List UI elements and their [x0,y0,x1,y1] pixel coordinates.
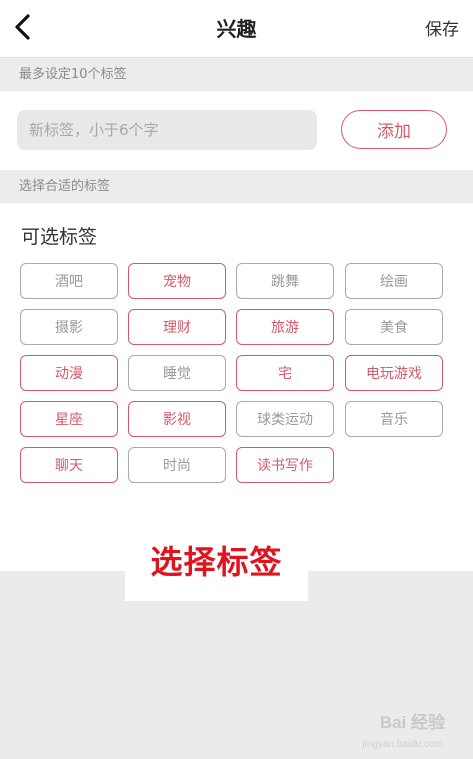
tag-chip[interactable]: 时尚 [128,447,226,483]
tag-chip[interactable]: 睡觉 [128,355,226,391]
tag-chip[interactable]: 绘画 [345,263,443,299]
tag-chip[interactable]: 宠物 [128,263,226,299]
watermark-url: jingyan.baidu.com [362,739,443,750]
tag-chip[interactable]: 跳舞 [236,263,334,299]
tag-chip[interactable]: 酒吧 [20,263,118,299]
tag-limit-hint: 最多设定10个标签 [0,58,473,91]
tag-chip[interactable]: 摄影 [20,309,118,345]
interest-page: 兴趣 保存 最多设定10个标签 添加 选择合适的标签 可选标签 酒吧宠物跳舞绘画… [0,0,473,759]
tag-chip[interactable]: 聊天 [20,447,118,483]
header-bar: 兴趣 保存 [0,0,473,58]
new-tag-input[interactable] [17,110,317,150]
tags-heading: 可选标签 [21,226,98,248]
choose-tag-hint: 选择合适的标签 [0,170,473,203]
tag-chip[interactable]: 影视 [128,401,226,437]
page-title: 兴趣 [216,17,257,41]
tag-chip[interactable]: 读书写作 [236,447,334,483]
new-tag-row: 添加 [0,91,473,170]
tag-chip[interactable]: 动漫 [20,355,118,391]
tags-panel: 可选标签 酒吧 宠物 跳舞 绘画摄影 理财 旅游 美食动漫 睡觉宅电玩游戏星座 影视 球类运动 音乐… [0,203,473,571]
tag-chip[interactable]: 宅 [236,355,334,391]
tag-chip[interactable]: 理财 [128,309,226,345]
save-button[interactable]: 保存 [425,15,459,40]
add-tag-button[interactable]: 添加 [341,110,447,149]
tag-chip[interactable]: 美食 [345,309,443,345]
caption-overlay: 选择标签 [125,525,308,601]
caption-text: 选择标签 [150,543,283,581]
tag-chip[interactable]: 电玩游戏 [345,355,443,391]
tag-chip[interactable]: 星座 [20,401,118,437]
tag-chip[interactable]: 球类运动 [236,401,334,437]
tag-chip[interactable]: 音乐 [345,401,443,437]
chevron-left-icon[interactable] [8,10,38,44]
tag-chip[interactable]: 旅游 [236,309,334,345]
watermark-logo: Bai 经验 [379,713,445,732]
